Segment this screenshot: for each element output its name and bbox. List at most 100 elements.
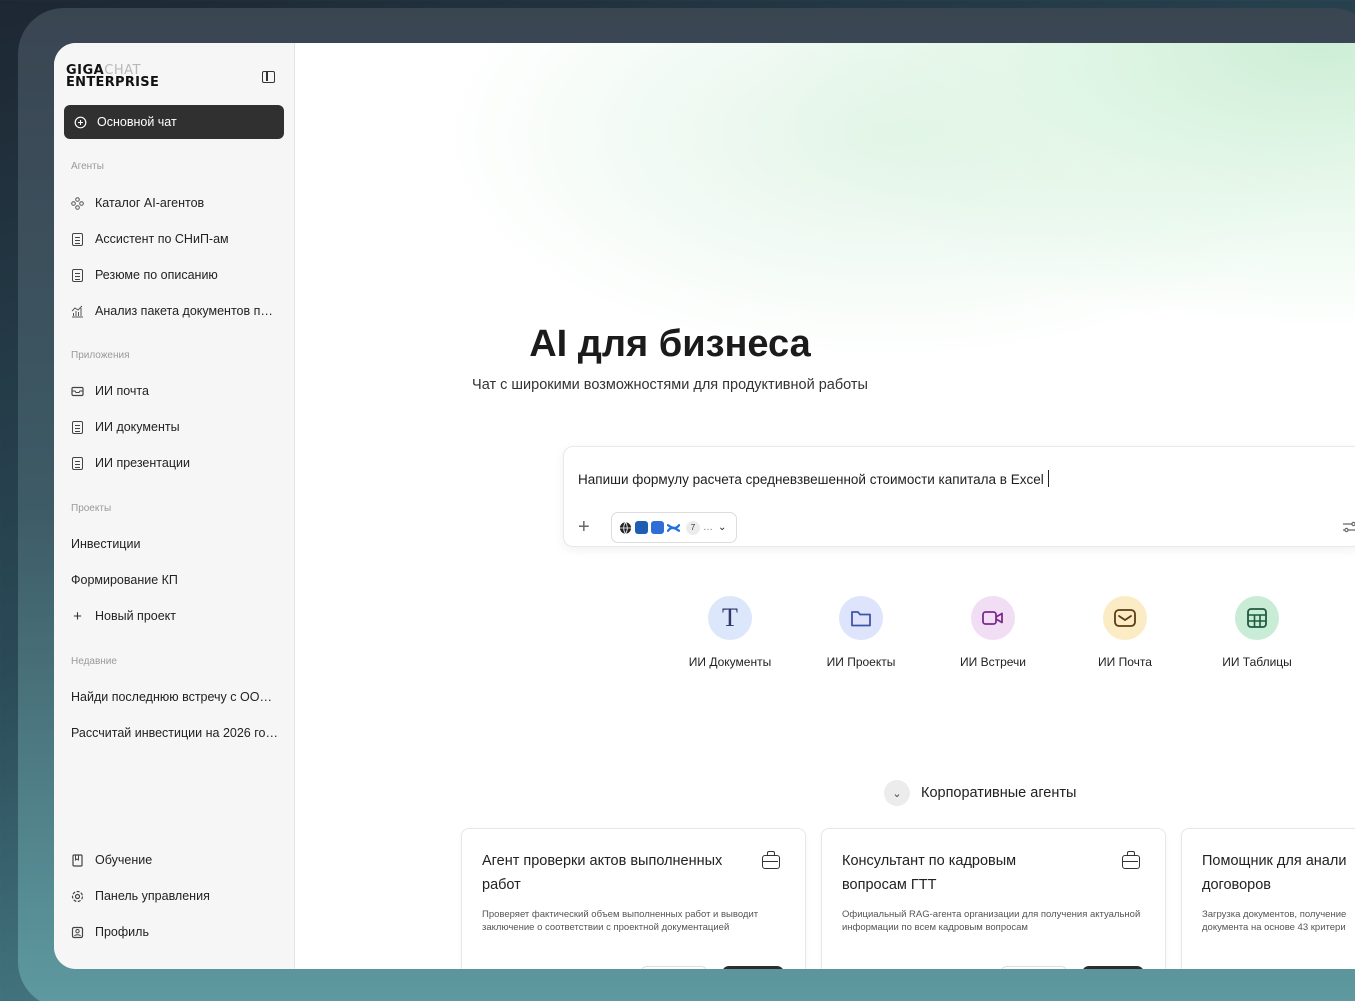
sidebar-item-label: Каталог AI-агентов (95, 196, 205, 210)
document-icon (71, 232, 84, 246)
agent-card-description: Официальный RAG-агента организации для п… (842, 909, 1141, 933)
double-chevron-down-icon[interactable]: ⌄ (884, 780, 910, 806)
logo: GIGACHAT ENTERPRISE (66, 64, 160, 90)
agent-card-title: Агент проверки актов выполненных работ (482, 853, 723, 893)
recent-chat-item[interactable]: Рассчитай инвестиции на 2026 го… (71, 723, 286, 743)
chevron-down-icon: ⌄ (718, 522, 727, 533)
tools-selector[interactable]: 7 … ⌄ (611, 512, 737, 543)
confluence-icon (667, 521, 680, 534)
sidebar-item-label: Резюме по описанию (95, 268, 218, 282)
video-icon (971, 596, 1015, 640)
page-subtitle: Чат с широкими возможностями для продукт… (472, 377, 868, 393)
sidebar-item-label: Профиль (95, 925, 149, 939)
quick-app-label: ИИ Проекты (826, 655, 896, 669)
quick-app-label: ИИ Встречи (960, 655, 1026, 669)
quick-app-ai-tables[interactable]: ИИ Таблицы (1202, 596, 1312, 669)
agent-card-description: Загрузка документов, получение документа… (1202, 909, 1347, 933)
mail-icon (1103, 596, 1147, 640)
attach-plus-icon[interactable]: + (578, 517, 590, 537)
folder-icon (839, 596, 883, 640)
agent-card-secondary-button[interactable] (1000, 966, 1068, 969)
chat-icon (74, 116, 87, 129)
sidebar-item-label: Ассистент по СНиП-ам (95, 232, 229, 246)
agents-catalog-icon (71, 196, 84, 210)
corporate-agents-header[interactable]: ⌄ Корпоративные агенты (884, 780, 1076, 806)
agent-card-primary-button[interactable] (1082, 966, 1144, 969)
profile-icon (71, 926, 84, 939)
document-icon (71, 456, 84, 470)
sidebar-item-label: Формирование КП (71, 573, 178, 587)
text-icon: T (708, 596, 752, 640)
briefcase-icon (762, 851, 780, 869)
tools-count-badge: 7 (686, 520, 700, 535)
document-icon (71, 268, 84, 282)
recent-chat-item[interactable]: Найди последнюю встречу с ОО… (71, 687, 286, 707)
book-icon (71, 853, 84, 867)
sidebar-item-ai-presentations[interactable]: ИИ презентации (71, 453, 286, 473)
sidebar-item-snip-assistant[interactable]: Ассистент по СНиП-ам (71, 229, 286, 249)
quick-app-label: ИИ Почта (1098, 655, 1152, 669)
sidebar-item-project[interactable]: Инвестиции (71, 534, 286, 554)
sidebar-item-label: Инвестиции (71, 537, 141, 551)
sidebar-item-resume[interactable]: Резюме по описанию (71, 265, 286, 285)
sidebar-item-label: Обучение (95, 853, 153, 867)
projects-section-label: Проекты (71, 503, 112, 514)
collapse-sidebar-icon[interactable] (262, 71, 275, 83)
sidebar-item-profile[interactable]: Профиль (71, 922, 286, 942)
document-icon (71, 420, 84, 434)
main-area: AI для бизнеса Чат с широкими возможност… (295, 43, 1355, 969)
main-chat-label: Основной чат (97, 115, 177, 129)
quick-app-label: ИИ Таблицы (1222, 655, 1292, 669)
agent-card-title: Консультант по кадровым вопросам ГТТ (842, 853, 1017, 893)
agents-section-label: Агенты (71, 161, 104, 172)
more-tools: … (703, 522, 713, 533)
sidebar-item-label: ИИ презентации (95, 456, 190, 470)
app-window: GIGACHAT ENTERPRISE Основной чат Агенты … (54, 43, 1355, 969)
logo-part-enterprise: ENTERPRISE (66, 75, 160, 90)
agent-card-title: Помощник для анали договоров (1202, 853, 1347, 893)
agent-card[interactable]: Консультант по кадровым вопросам ГТТ Офи… (821, 828, 1166, 969)
quick-app-ai-projects[interactable]: ИИ Проекты (806, 596, 916, 669)
sidebar-item-doc-analysis[interactable]: Анализ пакета документов п… (71, 301, 286, 321)
quick-app-ai-documents[interactable]: T ИИ Документы (675, 596, 785, 669)
table-icon (1235, 596, 1279, 640)
recent-section-label: Недавние (71, 656, 117, 667)
sidebar: GIGACHAT ENTERPRISE Основной чат Агенты … (54, 43, 295, 969)
prompt-input[interactable]: Напиши формулу расчета средневзвешенной … (563, 446, 1355, 547)
recent-chat-label: Найди последнюю встречу с ОО… (71, 690, 272, 704)
mail-tool-icon (635, 521, 648, 534)
sliders-icon[interactable] (1342, 519, 1355, 535)
agent-card[interactable]: Помощник для анали договоров Загрузка до… (1181, 828, 1355, 969)
text-glyph: T (722, 603, 738, 632)
globe-icon (619, 521, 632, 534)
sidebar-item-label: Анализ пакета документов п… (95, 304, 273, 318)
sidebar-item-agents-catalog[interactable]: Каталог AI-агентов (71, 193, 286, 213)
sidebar-item-learning[interactable]: Обучение (71, 850, 286, 870)
agent-card-secondary-button[interactable] (640, 966, 708, 969)
plus-icon: + (73, 607, 82, 625)
corporate-agents-title: Корпоративные агенты (921, 785, 1077, 801)
calendar-tool-icon (651, 521, 664, 534)
chart-icon (71, 305, 84, 318)
main-chat-button[interactable]: Основной чат (64, 105, 284, 139)
agent-card[interactable]: Агент проверки актов выполненных работ П… (461, 828, 806, 969)
briefcase-icon (1122, 851, 1140, 869)
prompt-text[interactable]: Напиши формулу расчета средневзвешенной … (578, 470, 1049, 487)
new-project-button[interactable]: + Новый проект (71, 606, 286, 626)
new-project-label: Новый проект (95, 609, 177, 623)
sidebar-item-ai-docs[interactable]: ИИ документы (71, 417, 286, 437)
agent-card-primary-button[interactable] (722, 966, 784, 969)
agent-card-description: Проверяет фактический объем выполненных … (482, 909, 759, 933)
sidebar-item-control-panel[interactable]: Панель управления (71, 886, 286, 906)
quick-app-ai-meetings[interactable]: ИИ Встречи (938, 596, 1048, 669)
settings-icon (71, 890, 84, 903)
sidebar-item-label: ИИ документы (95, 420, 180, 434)
sidebar-item-label: Панель управления (95, 889, 210, 903)
page-title: AI для бизнеса (529, 323, 811, 365)
recent-chat-label: Рассчитай инвестиции на 2026 го… (71, 726, 278, 740)
quick-app-label: ИИ Документы (688, 655, 772, 669)
text-caret (1047, 470, 1049, 487)
quick-app-ai-mail[interactable]: ИИ Почта (1070, 596, 1180, 669)
prompt-text-value: Напиши формулу расчета средневзвешенной … (578, 472, 1044, 487)
sidebar-item-project[interactable]: Формирование КП (71, 570, 286, 590)
